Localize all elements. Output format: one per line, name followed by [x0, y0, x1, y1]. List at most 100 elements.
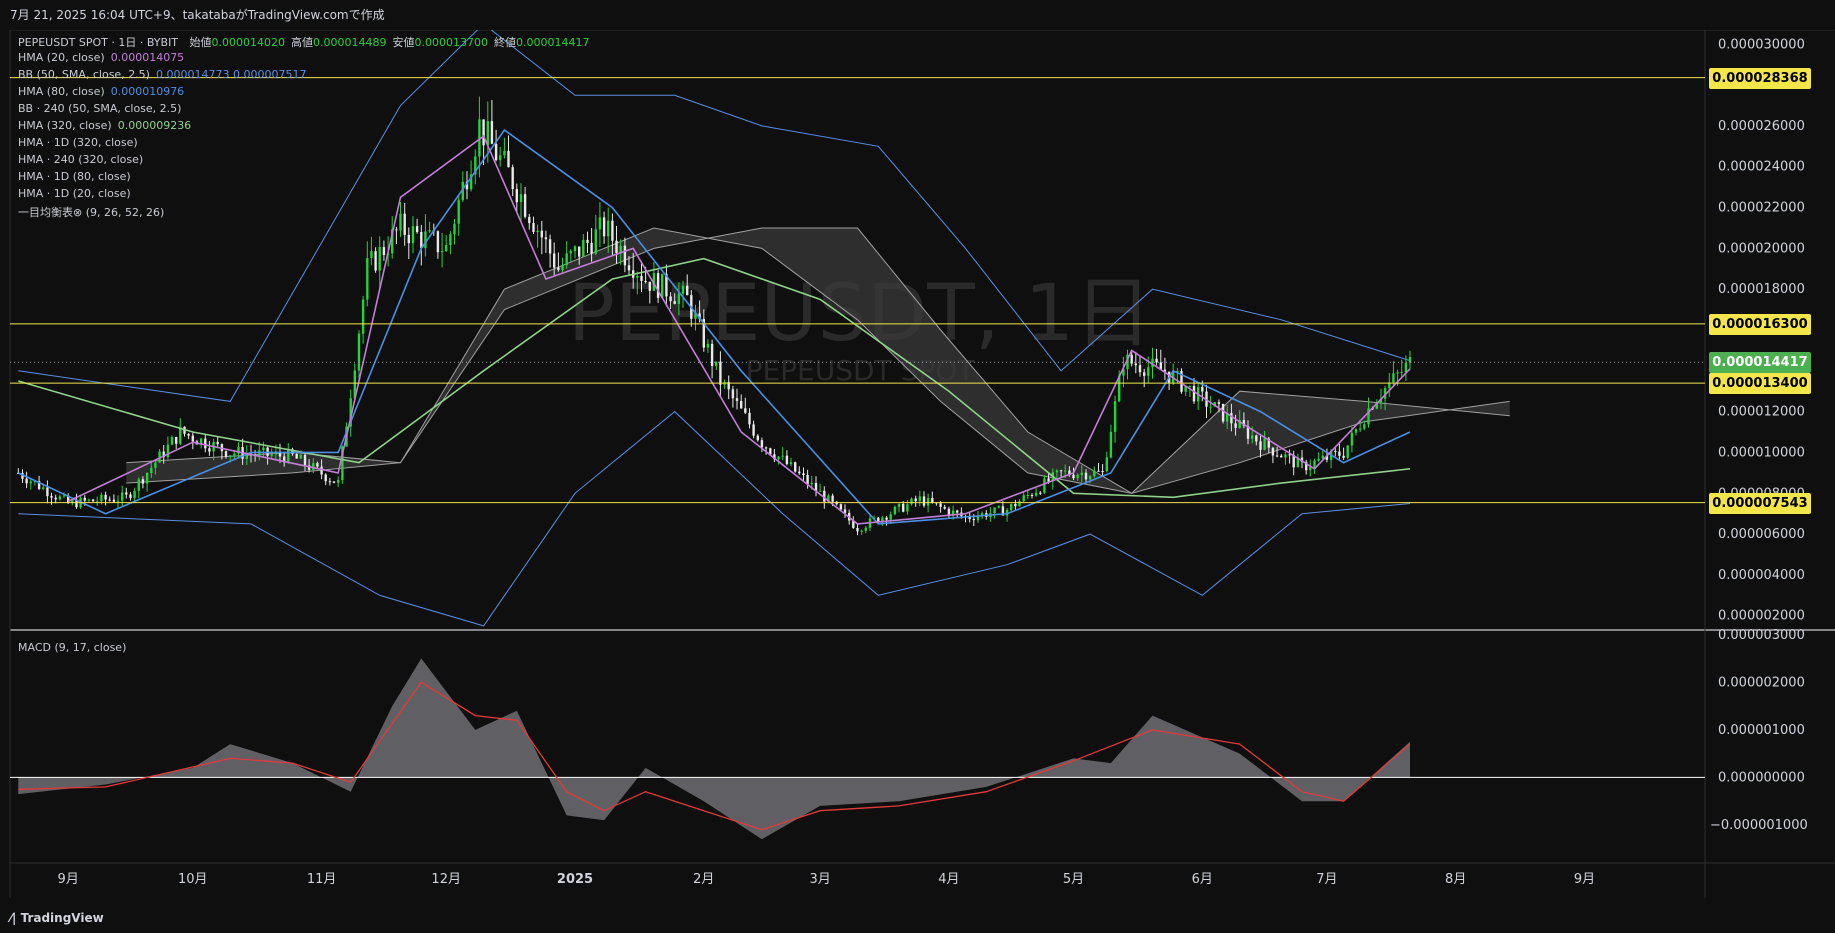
candle-body [553, 253, 556, 268]
candle-body [1076, 474, 1079, 479]
candle-body [1084, 472, 1088, 480]
candle-body [503, 150, 506, 156]
indicator-name: BB (50, SMA, close, 2.5) [18, 68, 150, 81]
candle-body [1014, 504, 1017, 507]
candle-body [640, 275, 643, 281]
ohlc-label: 高値 [291, 36, 314, 49]
indicator-value: 0.000014773 0.000007517 [155, 68, 307, 81]
candle-body [993, 507, 996, 514]
candle-body [677, 293, 681, 304]
indicator-legend-row[interactable]: HMA (80, close) 0.000010976 [18, 85, 184, 98]
candle-body [540, 230, 543, 238]
indicator-legend-row[interactable]: HMA (320, close) 0.000009236 [18, 119, 191, 132]
candle-body [108, 499, 111, 501]
candle-body [1059, 470, 1063, 472]
macd-tick-label: 0.000002000 [1718, 675, 1805, 690]
indicator-legend-row[interactable]: HMA (20, close) 0.000014075 [18, 51, 184, 64]
candle-body [602, 217, 606, 237]
candle-body [370, 251, 373, 258]
candle-body [440, 251, 444, 253]
price-tag[interactable]: 0.000016300 [1709, 313, 1811, 335]
candle-body [972, 519, 975, 521]
indicator-name: HMA · 1D (20, close) [18, 187, 131, 200]
price-chart[interactable]: PEPEUSDT, 1日 PEPEUSDT SPOT 0.0000300000.… [0, 30, 1835, 898]
candle-body [1217, 402, 1221, 404]
candle-body [607, 220, 610, 237]
candle-body [615, 240, 618, 253]
indicator-name: HMA · 1D (80, close) [18, 170, 131, 183]
indicator-legend-row[interactable]: HMA · 240 (320, close) [18, 153, 143, 166]
time-tick-label: 11月 [307, 872, 337, 887]
candle-body [1201, 386, 1204, 392]
price-tag[interactable]: 0.000014417 [1709, 352, 1811, 374]
candle-body [710, 343, 714, 366]
candle-body [748, 412, 751, 425]
candle-body [636, 275, 639, 278]
candle-body [578, 246, 581, 257]
candle-body [731, 389, 735, 399]
candle-body [1134, 363, 1137, 366]
candle-body [1284, 454, 1287, 458]
candle-body [715, 361, 718, 366]
candle-body [777, 456, 780, 460]
candle-body [54, 497, 57, 500]
indicator-value: 0.000014075 [110, 51, 185, 64]
candle-body [133, 490, 136, 498]
candle-body [137, 479, 140, 491]
indicator-legend-row[interactable]: HMA · 1D (320, close) [18, 136, 138, 149]
candle-body [1259, 441, 1262, 450]
macd-tick-label: 0.000001000 [1718, 723, 1805, 738]
candle-body [1313, 460, 1316, 468]
candle-body [287, 449, 290, 463]
candle-body [403, 213, 406, 235]
candle-body [1251, 435, 1254, 439]
time-tick-label: 10月 [178, 872, 208, 887]
candle-body [1400, 371, 1403, 373]
indicator-legend-row[interactable]: BB (50, SMA, close, 2.5) 0.000014773 0.00… [18, 68, 306, 81]
candle-body [573, 246, 577, 252]
candle-body [582, 239, 585, 257]
price-tag[interactable]: 0.000013400 [1709, 373, 1811, 395]
indicator-name: HMA (320, close) [18, 119, 112, 132]
price-tag[interactable]: 0.000007543 [1709, 492, 1811, 514]
candle-body [25, 478, 28, 484]
candle-body [116, 500, 120, 502]
indicator-legend-row[interactable]: HMA · 1D (20, close) [18, 187, 131, 200]
candle-body [486, 121, 489, 146]
candle-body [1064, 470, 1067, 472]
candle-body [50, 496, 53, 498]
candle-body [382, 247, 386, 255]
price-tag[interactable]: 0.000028368 [1709, 67, 1811, 89]
candle-body [312, 463, 315, 470]
candle-body [1022, 495, 1025, 502]
candle-body [1350, 432, 1354, 446]
candle-body [523, 194, 527, 217]
candle-body [299, 454, 302, 459]
candle-body [1317, 458, 1320, 461]
candle-body [1255, 435, 1258, 442]
candle-body [686, 285, 689, 296]
candle-body [1271, 447, 1275, 456]
candle-body [216, 442, 219, 445]
candle-body [224, 451, 228, 457]
macd-tick-label: −0.000001000 [1710, 818, 1808, 833]
time-tick-label: 12月 [431, 872, 461, 887]
candle-body [154, 462, 157, 468]
candle-body [1188, 385, 1192, 387]
tradingview-logo[interactable]: ⁄| TradingView [10, 911, 104, 925]
candle-body [669, 296, 672, 302]
candle-body [781, 455, 784, 457]
time-tick-label: 4月 [938, 872, 959, 887]
indicator-legend-row[interactable]: BB · 240 (50, SMA, close, 2.5) [18, 102, 181, 115]
candle-body [83, 497, 86, 501]
indicator-legend-row[interactable]: HMA · 1D (80, close) [18, 170, 131, 183]
candle-body [569, 251, 572, 254]
candle-body [1155, 358, 1158, 363]
candle-body [1263, 438, 1266, 450]
indicator-legend-row[interactable]: 一目均衡表⊗ (9, 26, 52, 26) [18, 204, 164, 220]
candle-body [1101, 471, 1104, 472]
candle-body [208, 448, 211, 452]
candle-body [324, 474, 327, 482]
candle-body [420, 232, 423, 248]
candle-body [735, 398, 739, 401]
